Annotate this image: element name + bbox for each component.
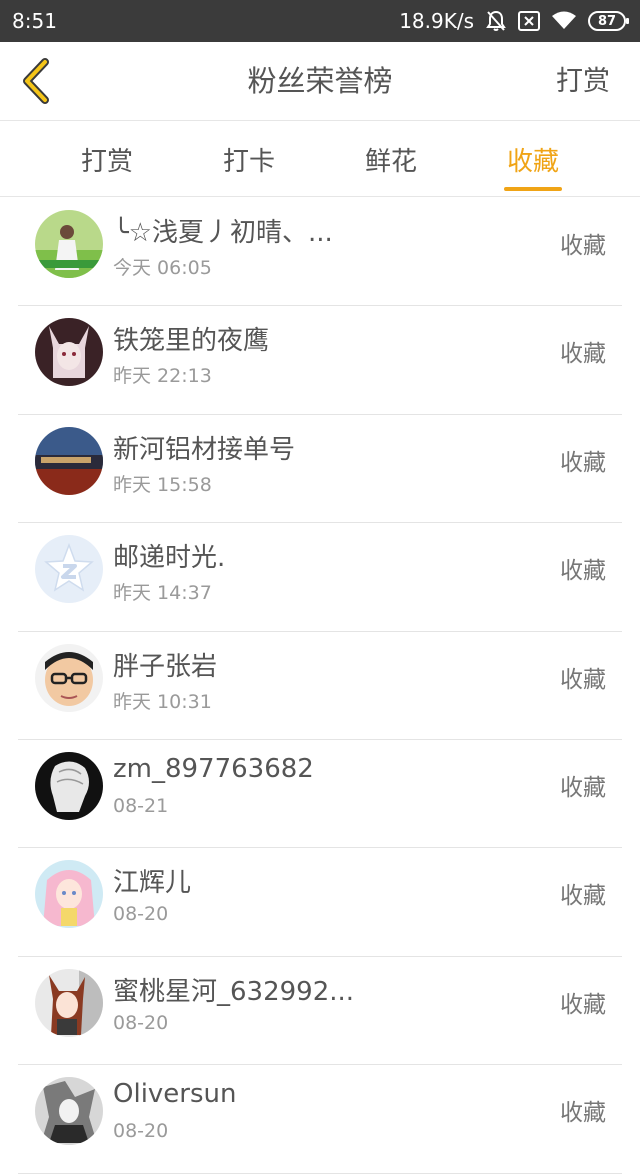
fan-name: 胖子张岩 (113, 651, 218, 682)
avatar (35, 1077, 103, 1146)
favorite-tag: 收藏 (560, 558, 606, 585)
favorite-tag: 收藏 (560, 341, 606, 368)
tab-checkin[interactable]: 打卡 (189, 121, 309, 197)
list-item[interactable]: ╰☆浅夏丿初晴、... 今天 06:05 收藏 (18, 198, 622, 307)
favorite-tag: 收藏 (560, 233, 606, 259)
battery-icon: 87 (588, 11, 629, 31)
status-bar: 8:51 18.9K/s 87 (0, 0, 640, 42)
tab-label: 打赏 (80, 146, 133, 177)
fan-time: 08-21 (113, 794, 169, 817)
sim-x-icon (518, 11, 540, 31)
back-button[interactable] (14, 56, 58, 106)
tab-label: 鲜花 (364, 146, 417, 177)
nav-bar: 粉丝荣誉榜 打赏 (0, 42, 640, 121)
fan-name: 铁笼里的夜鹰 (113, 326, 270, 357)
fan-name: 新河铝材接单号 (113, 434, 296, 465)
wifi-icon (552, 11, 576, 31)
reward-button[interactable]: 打赏 (556, 42, 610, 121)
fan-name: 邮递时光. (113, 543, 226, 574)
tab-favorites[interactable]: 收藏 (473, 121, 593, 197)
fan-time: 昨天 22:13 (113, 365, 212, 388)
favorite-tag: 收藏 (560, 991, 606, 1018)
avatar (35, 535, 103, 604)
favorite-tag: 收藏 (560, 1100, 606, 1127)
tab-label: 打卡 (222, 146, 275, 177)
tab-label: 收藏 (506, 146, 559, 177)
avatar (35, 210, 103, 278)
avatar (35, 318, 103, 387)
fan-time: 08-20 (113, 1120, 169, 1143)
status-indicators: 18.9K/s 87 (399, 9, 629, 33)
net-speed: 18.9K/s (399, 9, 474, 33)
fan-name: Oliversun (113, 1079, 237, 1110)
fan-name: ╰☆浅夏丿初晴、... (113, 218, 333, 248)
fan-time: 08-20 (113, 903, 169, 926)
favorite-tag: 收藏 (560, 774, 606, 801)
fan-time: 08-20 (113, 1011, 169, 1034)
tab-bar: 打赏 打卡 鲜花 收藏 (0, 121, 640, 197)
fan-time: 昨天 10:31 (113, 690, 212, 713)
fan-time: 昨天 15:58 (113, 473, 212, 496)
tab-reward[interactable]: 打赏 (47, 121, 167, 197)
mute-bell-icon (486, 10, 506, 32)
active-tab-indicator (504, 187, 562, 191)
fan-time: 昨天 14:37 (113, 582, 212, 605)
list-item[interactable]: zm_897763682 08-21 收藏 (18, 740, 622, 849)
favorite-tag: 收藏 (560, 449, 606, 476)
fan-name: zm_897763682 (113, 753, 314, 784)
list-item[interactable]: 蜜桃星河_632992... 08-20 收藏 (18, 957, 622, 1066)
fan-time: 今天 06:05 (113, 257, 212, 279)
fan-name: 蜜桃星河_632992... (113, 976, 355, 1007)
tab-flowers[interactable]: 鲜花 (331, 121, 451, 197)
fan-name: 江辉儿 (113, 868, 192, 899)
list-item[interactable]: 胖子张岩 昨天 10:31 收藏 (18, 632, 622, 740)
list-item[interactable]: 铁笼里的夜鹰 昨天 22:13 收藏 (18, 306, 622, 415)
status-time: 8:51 (12, 9, 57, 33)
list-item[interactable]: 江辉儿 08-20 收藏 (18, 848, 622, 957)
list-item[interactable]: 邮递时光. 昨天 14:37 收藏 (18, 523, 622, 632)
chevron-left-icon (23, 58, 49, 104)
favorite-tag: 收藏 (560, 666, 606, 693)
avatar (35, 643, 103, 712)
list-item[interactable]: Oliversun 08-20 收藏 (18, 1065, 622, 1174)
fan-list: ╰☆浅夏丿初晴、... 今天 06:05 收藏 铁笼里的夜鹰 昨天 22:13 … (0, 198, 640, 1174)
avatar (35, 968, 103, 1037)
avatar (35, 426, 103, 495)
avatar (35, 751, 103, 820)
avatar (35, 860, 103, 929)
list-item[interactable]: 新河铝材接单号 昨天 15:58 收藏 (18, 415, 622, 524)
page-title: 粉丝荣誉榜 (247, 64, 393, 98)
favorite-tag: 收藏 (560, 883, 606, 910)
